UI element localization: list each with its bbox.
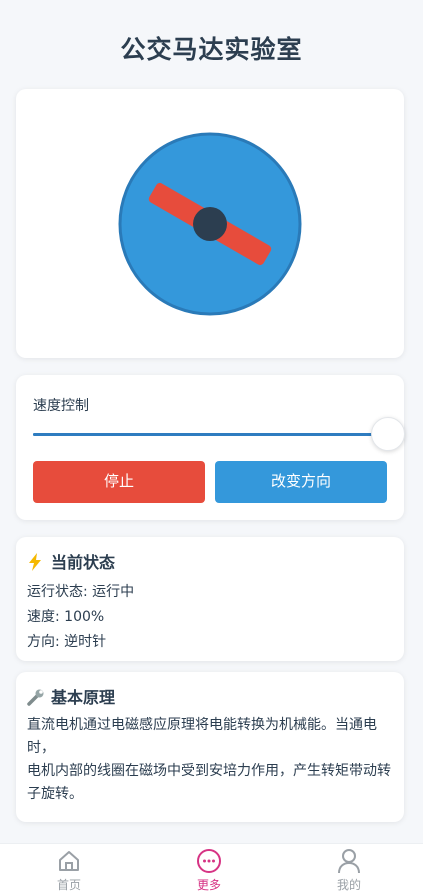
wrench-icon xyxy=(27,688,47,707)
page-title: 公交马达实验室 xyxy=(120,35,303,64)
motor-visual xyxy=(118,132,302,316)
bottom-tab-bar: 首页 更多 我的 xyxy=(0,843,423,895)
tab-mine-label: 我的 xyxy=(336,878,361,892)
motor-hub xyxy=(193,207,227,241)
speed-slider[interactable] xyxy=(33,433,388,436)
direction-text: 方向: 逆时针 xyxy=(27,634,107,650)
principle-heading: 基本原理 xyxy=(27,684,115,708)
principle-line-2: 电机内部的线圈在磁场中受到安培力作用，产生转矩带动转子旋转。 xyxy=(27,763,391,802)
speed-slider-thumb[interactable] xyxy=(371,417,405,451)
principle-text: 直流电机通过电磁感应原理将电能转换为机械能。当通电时， 电机内部的线圈在磁场中受… xyxy=(27,714,397,806)
lightning-icon xyxy=(27,553,47,572)
motor-card xyxy=(16,89,404,358)
stop-button[interactable]: 停止 xyxy=(33,461,205,503)
speed-slider-fill xyxy=(33,433,388,436)
tab-mine[interactable]: 我的 xyxy=(314,848,384,893)
principle-card: 基本原理 直流电机通过电磁感应原理将电能转换为机械能。当通电时， 电机内部的线圈… xyxy=(16,672,404,822)
speed-control-label: 速度控制 xyxy=(33,398,89,414)
run-state-text: 运行状态: 运行中 xyxy=(27,584,135,600)
status-title: 当前状态 xyxy=(51,553,116,572)
tab-home-label: 首页 xyxy=(56,878,81,892)
status-heading: 当前状态 xyxy=(27,549,115,573)
home-icon xyxy=(34,848,104,874)
speed-text: 速度: 100% xyxy=(27,609,105,625)
app-page: 公交马达实验室 速度控制 停止 改变方向 当前状态 运行状态: 运行中 速度: … xyxy=(0,0,423,895)
principle-line-1: 直流电机通过电磁感应原理将电能转换为机械能。当通电时， xyxy=(27,717,377,756)
user-icon xyxy=(314,848,384,874)
more-icon xyxy=(174,848,244,874)
tab-more-label: 更多 xyxy=(196,878,221,892)
tab-more[interactable]: 更多 xyxy=(174,848,244,893)
change-direction-button[interactable]: 改变方向 xyxy=(215,461,387,503)
status-card: 当前状态 运行状态: 运行中 速度: 100% 方向: 逆时针 xyxy=(16,537,404,661)
tab-home[interactable]: 首页 xyxy=(34,848,104,893)
principle-title: 基本原理 xyxy=(51,688,116,707)
control-card: 速度控制 停止 改变方向 xyxy=(16,375,405,520)
